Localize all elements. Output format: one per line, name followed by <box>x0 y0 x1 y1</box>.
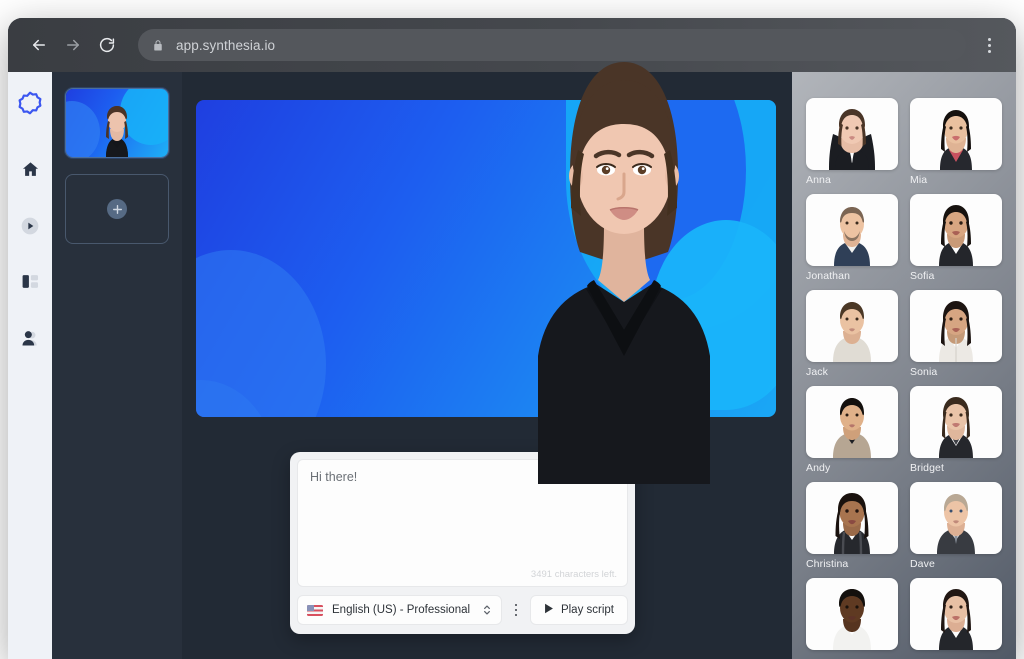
url-text: app.synthesia.io <box>176 37 276 53</box>
avatar-name: Bridget <box>910 462 944 474</box>
avatar-card-andy[interactable]: Andy <box>806 386 898 474</box>
avatar-thumbnail <box>806 194 898 266</box>
avatar-name: Dave <box>910 558 935 570</box>
avatar-thumbnail <box>806 578 898 650</box>
avatar-card-row6-right[interactable] <box>910 578 1002 654</box>
avatar-name: Christina <box>806 558 849 570</box>
avatar-thumbnail <box>910 194 1002 266</box>
avatars-person-icon <box>20 328 40 353</box>
back-button[interactable] <box>22 28 56 62</box>
avatar-name: Sofia <box>910 270 935 282</box>
play-icon <box>544 601 554 619</box>
avatar-name: Jonathan <box>806 270 851 282</box>
avatar-name: Mia <box>910 174 928 186</box>
kebab-dot <box>987 43 991 47</box>
kebab-dot <box>514 608 518 612</box>
reload-button[interactable] <box>90 28 124 62</box>
left-icon-rail <box>8 72 52 659</box>
avatar-card-sonia[interactable]: Sonia <box>910 290 1002 378</box>
avatar-card-anna[interactable]: Anna <box>806 98 898 186</box>
avatar-library-panel: Anna Mia Jonathan Sofia Jack Sonia Andy … <box>792 72 1016 659</box>
kebab-dot <box>514 603 518 607</box>
lock-icon <box>152 39 164 52</box>
avatar-card-jack[interactable]: Jack <box>806 290 898 378</box>
chevron-up-down-icon <box>482 603 492 617</box>
add-scene-button[interactable] <box>65 174 169 244</box>
reload-icon <box>98 36 116 54</box>
characters-left-label: 3491 characters left. <box>530 569 617 580</box>
avatar-name: Sonia <box>910 366 938 378</box>
avatar-thumbnail <box>910 578 1002 650</box>
sidebar-item-avatars[interactable] <box>13 323 47 357</box>
avatar-thumbnail <box>910 482 1002 554</box>
avatar-card-bridget[interactable]: Bridget <box>910 386 1002 474</box>
browser-window: app.synthesia.io Hi there! 3491 characte… <box>8 18 1016 659</box>
kebab-dot <box>987 37 991 41</box>
scene-panel <box>52 72 182 659</box>
address-bar[interactable]: app.synthesia.io <box>138 29 966 61</box>
avatar-card-christina[interactable]: Christina <box>806 482 898 570</box>
avatar-card-sofia[interactable]: Sofia <box>910 194 1002 282</box>
templates-layout-icon <box>21 272 40 296</box>
editor-canvas-area: Hi there! 3491 characters left. English … <box>182 62 792 659</box>
script-panel: Hi there! 3491 characters left. English … <box>290 452 635 634</box>
us-flag-icon <box>307 604 323 616</box>
browser-toolbar: app.synthesia.io <box>8 18 1016 72</box>
scene-thumb-avatar <box>106 106 128 157</box>
avatar-thumbnail <box>806 98 898 170</box>
screenshot-root: app.synthesia.io Hi there! 3491 characte… <box>0 0 1024 659</box>
synthesia-app: Hi there! 3491 characters left. English … <box>8 62 1016 659</box>
sidebar-item-videos[interactable] <box>13 211 47 245</box>
avatar-card-dave[interactable]: Dave <box>910 482 1002 570</box>
browser-menu-button[interactable] <box>976 30 1002 60</box>
avatar-card-jonathan[interactable]: Jonathan <box>806 194 898 282</box>
sidebar-item-home[interactable] <box>13 155 47 189</box>
language-label: English (US) - Professional <box>332 604 471 616</box>
arrow-left-icon <box>30 36 48 54</box>
avatar-name: Anna <box>806 174 831 186</box>
play-script-button[interactable]: Play script <box>529 595 628 625</box>
script-more-options-button[interactable] <box>508 603 524 617</box>
script-placeholder: Hi there! <box>310 470 358 484</box>
avatar-name: Jack <box>806 366 828 378</box>
scene-thumbnail-1[interactable] <box>65 88 169 158</box>
avatar-thumbnail <box>806 386 898 458</box>
avatar-thumbnail <box>910 98 1002 170</box>
arrow-right-icon <box>64 36 82 54</box>
avatar-thumbnail <box>806 482 898 554</box>
video-canvas[interactable] <box>196 100 776 417</box>
kebab-dot <box>514 613 518 617</box>
videos-play-icon <box>20 216 40 241</box>
avatar-grid: Anna Mia Jonathan Sofia Jack Sonia Andy … <box>792 72 1016 654</box>
avatar-name: Andy <box>806 462 831 474</box>
sidebar-item-templates[interactable] <box>13 267 47 301</box>
forward-button[interactable] <box>56 28 90 62</box>
avatar-thumbnail <box>910 290 1002 362</box>
language-select[interactable]: English (US) - Professional <box>297 595 502 625</box>
avatar-thumbnail <box>806 290 898 362</box>
play-script-label: Play script <box>560 604 614 616</box>
synthesia-logo[interactable] <box>17 90 43 121</box>
script-textarea[interactable]: Hi there! 3491 characters left. <box>297 459 628 587</box>
avatar-card-mia[interactable]: Mia <box>910 98 1002 186</box>
kebab-dot <box>987 49 991 53</box>
avatar-thumbnail <box>910 386 1002 458</box>
home-icon <box>21 160 40 184</box>
script-footer: English (US) - Professional Play script <box>297 595 628 625</box>
avatar-card-row6-left[interactable] <box>806 578 898 654</box>
plus-icon <box>107 199 127 219</box>
